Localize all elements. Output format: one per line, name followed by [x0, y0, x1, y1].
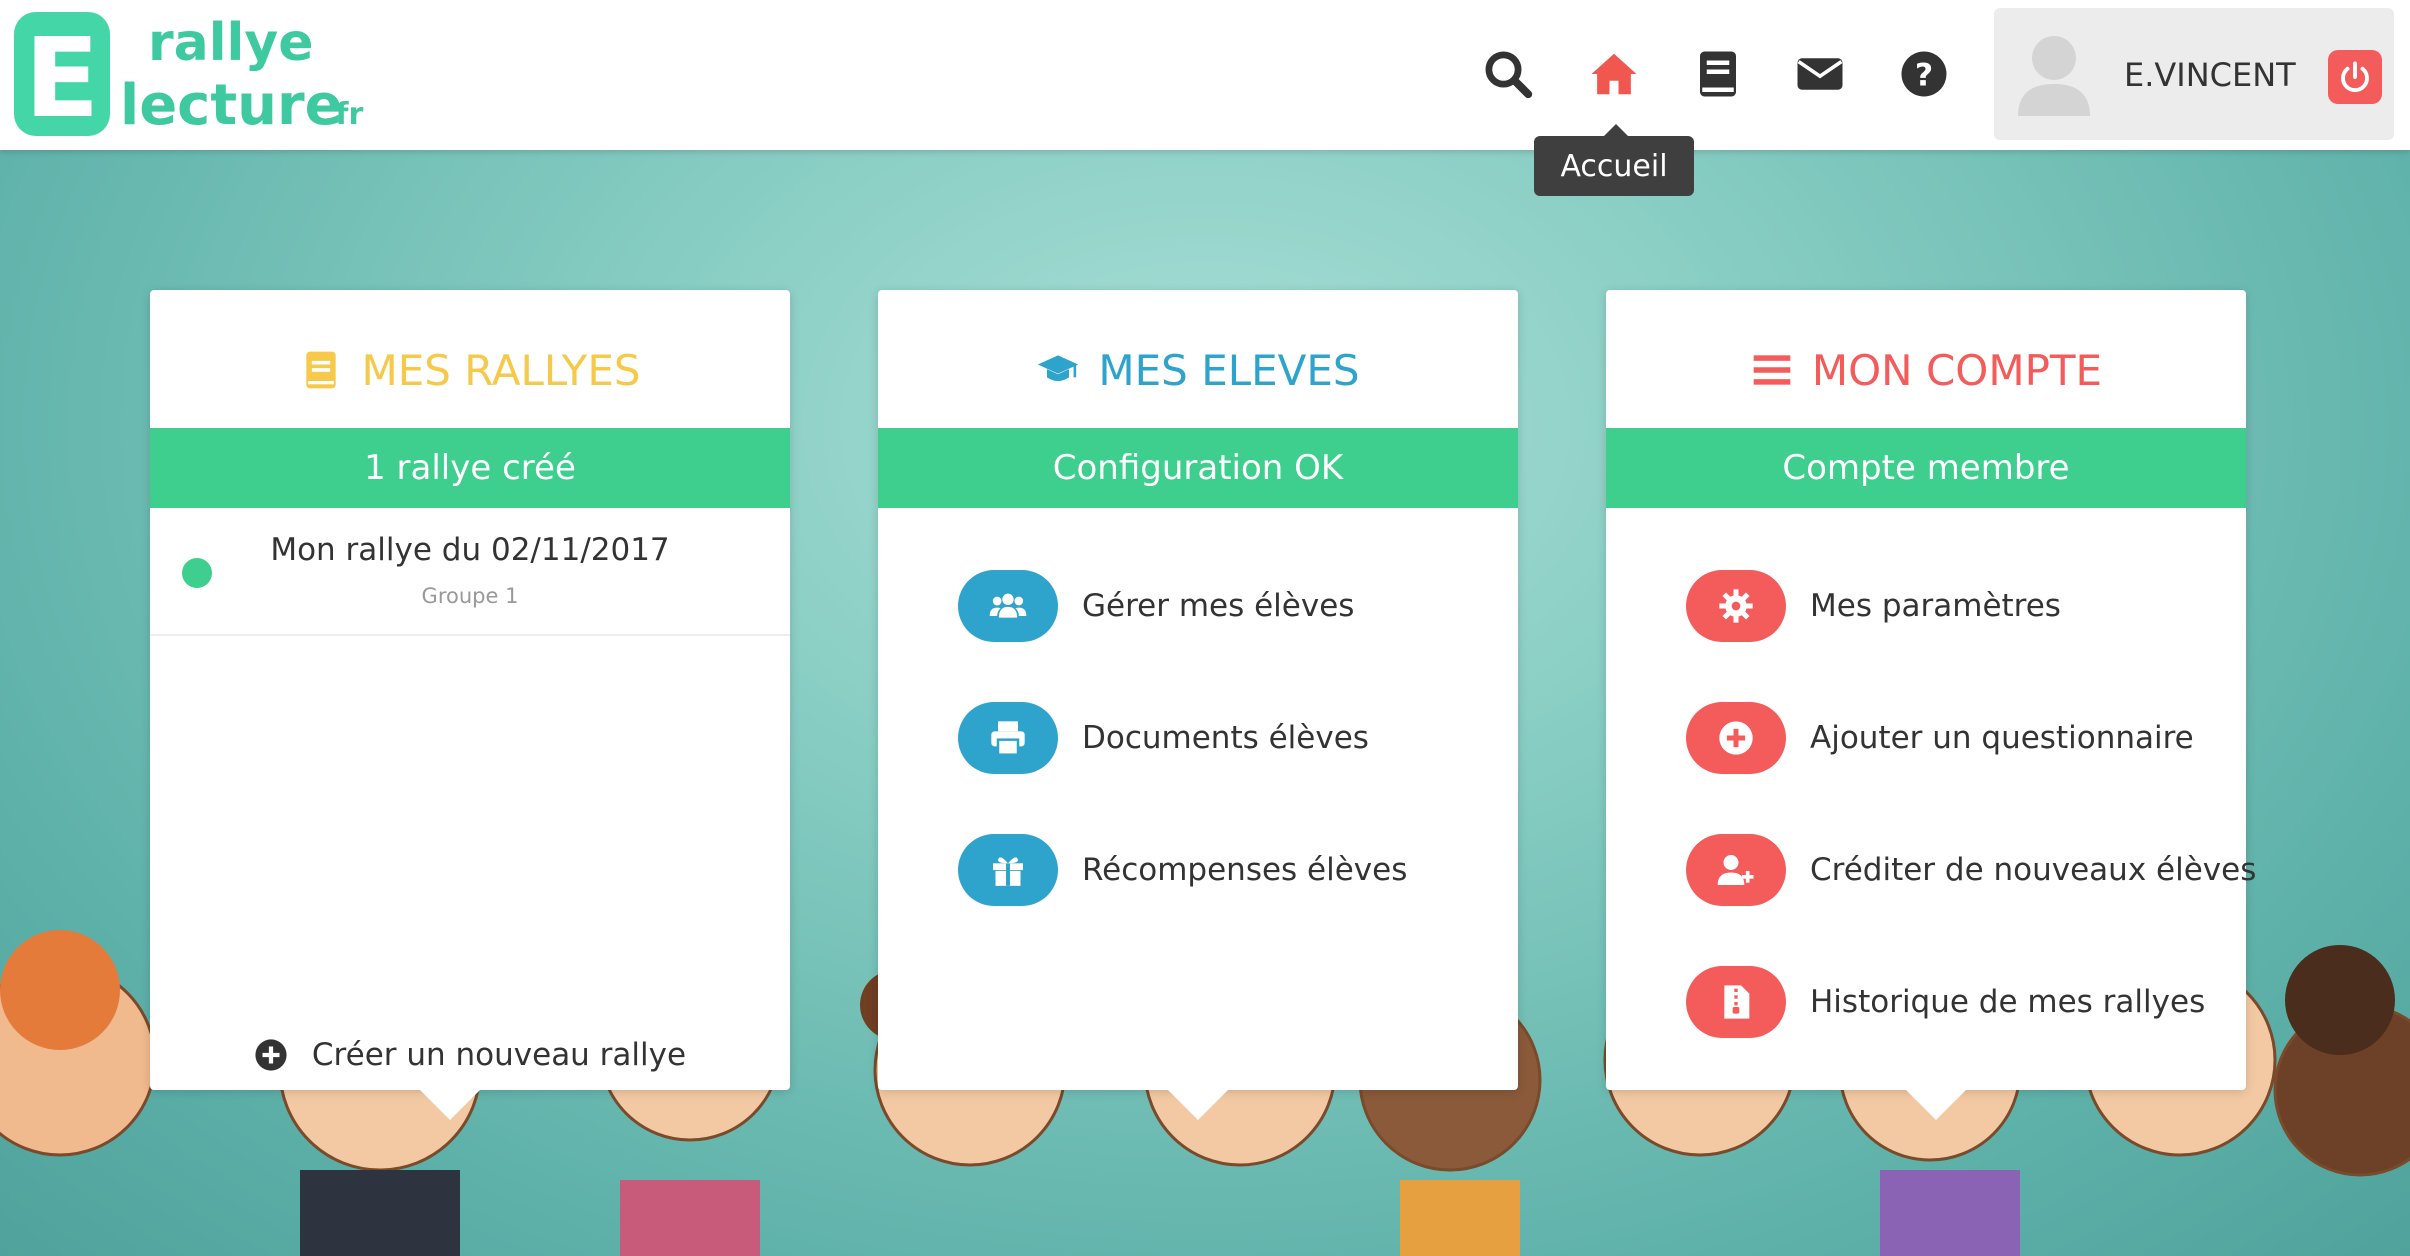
svg-text:?: ? — [1915, 57, 1933, 93]
card-mon-compte: MON COMPTE Compte membre Mes paramètres … — [1606, 290, 2256, 1120]
book-icon[interactable] — [1686, 42, 1750, 106]
svg-text:.fr: .fr — [324, 97, 363, 132]
rallye-lecture-logo[interactable]: E rallye lecture .fr — [10, 4, 370, 144]
rallye-list-item[interactable]: Mon rallye du 02/11/2017 Groupe 1 — [150, 508, 790, 636]
plus-circle-icon — [1686, 702, 1786, 774]
svg-text:lecture: lecture — [120, 73, 343, 138]
home-icon[interactable] — [1582, 42, 1646, 106]
menu-item-label: Documents élèves — [1082, 720, 1369, 756]
gift-icon — [958, 834, 1058, 906]
card-mes-eleves: MES ELEVES Configuration OK Gérer mes él… — [878, 290, 1518, 1120]
svg-text:rallye: rallye — [148, 13, 314, 73]
book-icon — [306, 351, 337, 389]
rallye-name: Mon rallye du 02/11/2017 — [270, 532, 670, 568]
menu-item-ajouter-questionnaire[interactable]: Ajouter un questionnaire — [1686, 702, 2226, 774]
search-icon[interactable] — [1476, 42, 1540, 106]
status-band: 1 rallye créé — [150, 428, 790, 508]
menu-item-label: Mes paramètres — [1810, 588, 2061, 624]
card-title-rallyes: MES RALLYES — [150, 330, 790, 410]
question-circle-icon[interactable]: ? — [1892, 42, 1956, 106]
card-pointer — [1168, 1090, 1228, 1120]
card-mes-rallyes: MES RALLYES 1 rallye créé Mon rallye du … — [150, 290, 790, 1120]
create-rallye-button[interactable]: Créer un nouveau rallye — [150, 1030, 790, 1080]
user-menu[interactable]: E.VINCENT — [1994, 8, 2394, 140]
status-band: Compte membre — [1606, 428, 2246, 508]
card-title-eleves: MES ELEVES — [878, 330, 1518, 410]
user-plus-icon — [1686, 834, 1786, 906]
svg-text:E: E — [24, 14, 99, 142]
menu-item-recompenses-eleves[interactable]: Récompenses élèves — [958, 834, 1498, 906]
status-band: Configuration OK — [878, 428, 1518, 508]
card-title-text: MES RALLYES — [361, 345, 641, 395]
print-icon — [958, 702, 1058, 774]
menu-item-historique-rallyes[interactable]: Historique de mes rallyes — [1686, 966, 2226, 1038]
menu-item-mes-parametres[interactable]: Mes paramètres — [1686, 570, 2226, 642]
username: E.VINCENT — [2124, 56, 2296, 94]
user-avatar-icon — [2018, 36, 2090, 116]
card-pointer — [420, 1090, 480, 1120]
card-title-compte: MON COMPTE — [1606, 330, 2246, 410]
menu-item-label: Historique de mes rallyes — [1810, 984, 2206, 1020]
top-navigation-bar: E rallye lecture .fr ? E.VINCENT — [0, 0, 2410, 150]
menu-item-label: Ajouter un questionnaire — [1810, 720, 2194, 756]
menu-item-gerer-eleves[interactable]: Gérer mes élèves — [958, 570, 1498, 642]
card-pointer — [1906, 1090, 1966, 1120]
graduation-cap-icon — [1038, 355, 1079, 381]
menu-bars-icon — [1753, 355, 1791, 385]
power-icon[interactable] — [2328, 50, 2382, 104]
menu-item-documents-eleves[interactable]: Documents élèves — [958, 702, 1498, 774]
card-title-text: MES ELEVES — [1098, 345, 1360, 395]
menu-item-crediter-eleves[interactable]: Créditer de nouveaux élèves — [1686, 834, 2256, 906]
menu-item-label: Gérer mes élèves — [1082, 588, 1355, 624]
menu-item-label: Récompenses élèves — [1082, 852, 1408, 888]
rallye-group: Groupe 1 — [421, 584, 519, 608]
plus-circle-icon — [255, 1039, 287, 1071]
users-icon — [958, 570, 1058, 642]
create-rallye-label: Créer un nouveau rallye — [311, 1037, 687, 1073]
tooltip-home: Accueil — [1534, 124, 1694, 196]
gear-icon — [1686, 570, 1786, 642]
card-title-text: MON COMPTE — [1811, 345, 2103, 395]
menu-item-label: Créditer de nouveaux élèves — [1810, 852, 2257, 888]
envelope-icon[interactable] — [1788, 42, 1852, 106]
archive-file-icon — [1686, 966, 1786, 1038]
